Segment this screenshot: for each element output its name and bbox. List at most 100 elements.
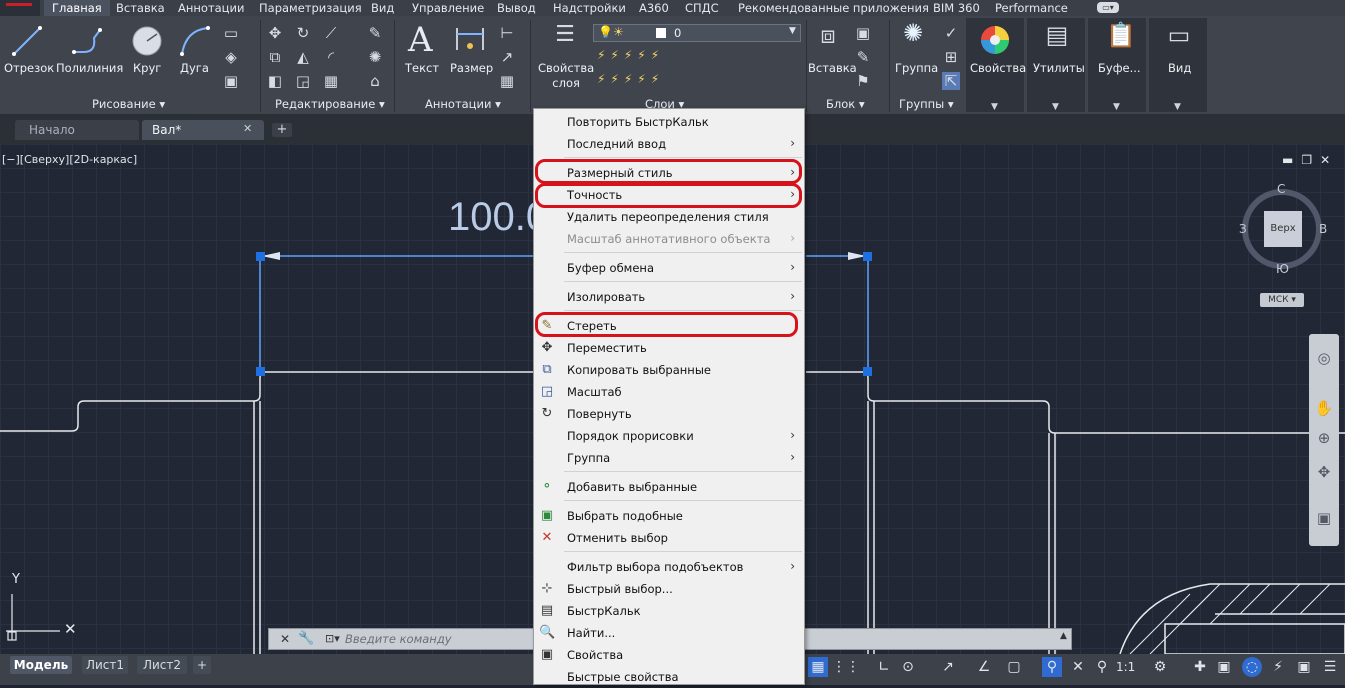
menu-item-group[interactable]: Группа › [534,448,804,469]
edit-block-icon[interactable]: ✎ [854,48,872,66]
trim-icon[interactable]: ⟋ [322,24,340,42]
ribbon-tab-bim360[interactable]: BIM 360 [933,0,980,16]
layout-tab-sheet1[interactable]: Лист1 [82,656,128,674]
arc-tool-icon[interactable] [178,24,212,58]
ribbon-tab-featured-apps[interactable]: Рекомендованные приложения [738,0,929,16]
viewport-controls-label[interactable]: [−][Сверху][2D-каркас] [2,153,137,166]
menu-item-subobject-filter[interactable]: Фильтр выбора подобъектов › [534,557,804,578]
new-tab-button[interactable]: + [272,123,292,137]
properties-panel-button[interactable]: Свойства ▼ [966,18,1026,112]
pan-hand-icon[interactable]: ✋ [1314,398,1334,418]
gear-icon[interactable]: ⚙ [1150,657,1170,677]
application-menu-button[interactable] [0,0,40,16]
region-icon[interactable]: ▣ [222,72,240,90]
ribbon-tab-a360[interactable]: A360 [639,0,669,16]
ribbon-tab-annotate[interactable]: Аннотации [178,0,244,16]
viewport-window-controls[interactable]: ▬❐✕ [1282,153,1338,167]
wcs-dropdown[interactable]: МСК ▾ [1260,293,1304,307]
clipboard-panel-button[interactable]: 📋 Буфе... ▼ [1088,18,1146,112]
attributes-icon[interactable]: ⚑ [854,72,872,90]
ribbon-tab-insert[interactable]: Вставка [116,0,165,16]
restore-icon[interactable]: ❐ [1301,153,1320,167]
linear-dim-icon[interactable]: ⊢ [498,24,516,42]
close-icon[interactable]: ✕ [243,122,252,135]
viewcube-top-face[interactable]: Верх [1264,211,1302,247]
compass-west[interactable]: З [1239,222,1247,236]
ungroup-icon[interactable]: ✓ [942,24,960,42]
modify-panel-title[interactable]: Редактирование ▾ [275,96,385,112]
copy-icon[interactable]: ⧉ [266,48,284,66]
layer-dropdown[interactable]: 💡☀ 0 ▼ [593,24,801,42]
menu-item-scale[interactable]: ◲ Масштаб [534,382,804,403]
compass-east[interactable]: В [1319,222,1327,236]
ribbon-tab-spds[interactable]: СПДС [685,0,719,16]
close-icon[interactable]: ✕ [1320,153,1338,167]
annotation-visibility-icon[interactable]: ⚲ [1042,657,1062,677]
annotation-scale[interactable]: 1:1 [1116,660,1135,674]
hatch-icon[interactable]: ◈ [222,48,240,66]
add-layout-button[interactable]: + [193,656,211,674]
isolate-objects-icon[interactable]: ◌ [1242,657,1262,677]
zoom-icon[interactable]: ⊕ [1314,428,1334,448]
menu-item-clipboard[interactable]: Буфер обмена › [534,258,804,279]
autoscale-icon[interactable]: ✕ [1068,657,1088,677]
layer-properties-icon[interactable]: ☰ [553,24,577,50]
ribbon-tab-performance[interactable]: Performance [995,0,1068,16]
dimension-tool-icon[interactable] [454,24,486,54]
ribbon-tab-output[interactable]: Вывод [497,0,536,16]
osnap-icon[interactable]: ∠ [974,657,994,677]
group-icon[interactable]: ✺ [899,21,927,52]
chevron-up-icon[interactable]: ▲ [1060,631,1067,641]
polar-icon[interactable]: ⊙ [898,657,918,677]
explode-icon[interactable]: ✺ [366,48,384,66]
menu-item-quick-select[interactable]: ⊹ Быстрый выбор... [534,579,804,600]
menu-item-move[interactable]: ✥ Переместить [534,338,804,359]
snap-icon[interactable]: ⋮⋮ [832,657,860,677]
draw-panel-title[interactable]: Рисование ▾ [92,96,165,112]
minimize-icon[interactable]: ▬ [1282,153,1301,167]
table-icon[interactable]: ▦ [498,72,516,90]
ribbon-tab-manage[interactable]: Управление [412,0,484,16]
layout-tab-sheet2[interactable]: Лист2 [137,656,187,674]
menu-item-repeat-quickcalc[interactable]: Повторить БыстрКальк [534,112,804,133]
menu-item-remove-style-overrides[interactable]: Удалить переопределения стиля [534,207,804,228]
polyline-tool-icon[interactable] [70,24,104,58]
ribbon-tab-home[interactable]: Главная [44,0,110,16]
command-input[interactable] [345,631,525,647]
ribbon-tab-view[interactable]: Вид [371,0,394,16]
offset-icon[interactable]: ⌂ [366,72,384,90]
customize-menu-icon[interactable]: ☰ [1320,657,1340,677]
ribbon-tab-addins[interactable]: Надстройки [553,0,626,16]
menu-item-draw-order[interactable]: Порядок прорисовки › [534,426,804,447]
hardware-acceleration-icon[interactable]: ⚡ [1268,657,1288,677]
circle-tool-icon[interactable] [130,24,164,58]
annotation-panel-title[interactable]: Аннотации ▾ [425,96,501,112]
layer-tools-row2[interactable]: ⚡⚡⚡⚡⚡ [597,72,664,86]
otrack-icon[interactable]: ▢ [1004,657,1024,677]
leader-icon[interactable]: ↗ [498,48,516,66]
rotate-icon[interactable]: ↻ [294,24,312,42]
workspace-icon[interactable]: ⚲ [1092,657,1112,677]
steering-wheel-icon[interactable]: ◎ [1314,348,1334,368]
close-icon[interactable]: ✕ [280,632,290,646]
compass-south[interactable]: Ю [1276,262,1289,276]
scale-icon[interactable]: ◲ [294,72,312,90]
wrench-icon[interactable]: 🔧 [298,631,314,646]
groups-panel-title[interactable]: Группы ▾ [899,96,954,112]
cloud-toggle-icon[interactable]: ▭▾ [1097,2,1119,13]
layer-tools-row1[interactable]: ⚡⚡⚡⚡⚡ [597,48,664,62]
tab-start[interactable]: Начало [15,120,139,140]
block-panel-title[interactable]: Блок ▾ [826,96,865,112]
rectangle-icon[interactable]: ▭ [222,24,240,42]
plus-icon[interactable]: ✚ [1190,657,1210,677]
menu-item-properties[interactable]: ▣ Свойства [534,645,804,666]
menu-item-add-selected[interactable]: ⚬ Добавить выбранные [534,477,804,498]
group-select-icon[interactable]: ⇱ [942,72,960,90]
erase-icon[interactable]: ✎ [366,24,384,42]
menu-item-quickcalc[interactable]: ▤ БыстрКальк [534,601,804,622]
orbit-icon[interactable]: ✥ [1314,462,1334,482]
array-icon[interactable]: ▦ [322,72,340,90]
stretch-icon[interactable]: ◧ [266,72,284,90]
compass-north[interactable]: С [1277,182,1285,196]
layout-tab-model[interactable]: Модель [10,656,72,674]
